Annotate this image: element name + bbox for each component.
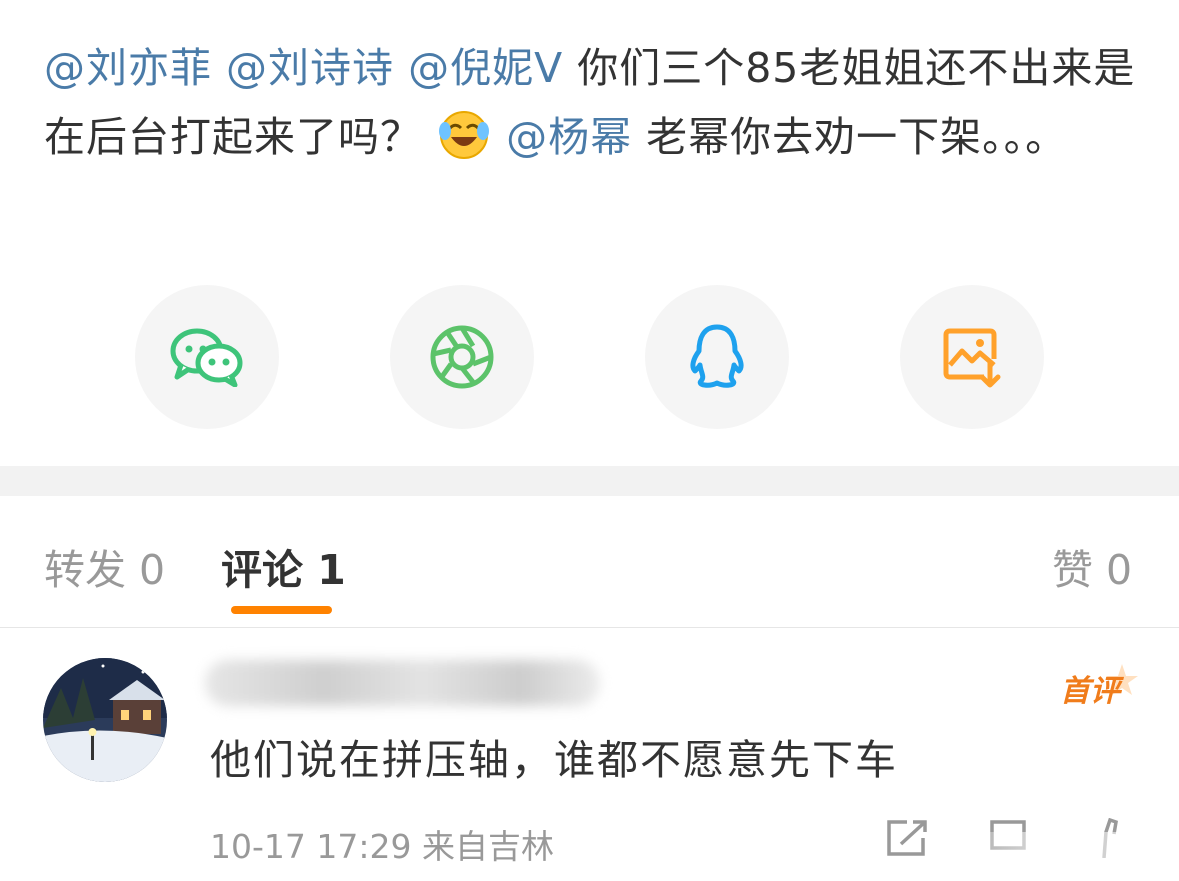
tab-comment[interactable]: 评论 1 xyxy=(221,536,346,596)
wechat-icon xyxy=(170,328,243,387)
first-comment-badge: 首评 xyxy=(1060,662,1140,712)
qq-icon xyxy=(690,324,744,388)
section-divider xyxy=(0,466,1179,496)
post-text: @刘亦菲 @刘诗诗 @倪妮Ⅴ 你们三个85老姐姐还不出来是在后台打起来了吗？ @… xyxy=(44,34,1144,172)
mention-yangmi[interactable]: @杨幂 xyxy=(506,113,632,161)
active-tab-indicator xyxy=(231,606,332,614)
avatar[interactable] xyxy=(43,658,167,782)
comment-meta: 10-17 17:29 来自吉林 xyxy=(210,827,554,866)
first-comment-badge-label: 首评 xyxy=(1060,674,1120,709)
share-qq-button[interactable] xyxy=(645,285,789,429)
snowy-night-avatar-image xyxy=(43,658,167,782)
comment-text: 他们说在拼压轴，谁都不愿意先下车 xyxy=(210,736,898,784)
save-image-icon xyxy=(943,328,1001,388)
mention-liuyifei[interactable]: @刘亦菲 xyxy=(44,44,212,92)
username-blurred[interactable] xyxy=(205,660,600,706)
post-body-part2: 老幂你去劝一下架。。。 xyxy=(646,113,1068,161)
share-row xyxy=(0,285,1179,429)
share-wechat-button[interactable] xyxy=(135,285,279,429)
moments-icon xyxy=(430,325,494,389)
tab-repost[interactable]: 转发 0 xyxy=(44,536,165,596)
bottom-fade xyxy=(930,832,1179,862)
tabs-divider xyxy=(0,627,1179,628)
laughing-crying-emoji-icon xyxy=(439,111,490,159)
share-icon[interactable] xyxy=(885,818,929,858)
mention-liushishi[interactable]: @刘诗诗 xyxy=(226,44,394,92)
mention-nini[interactable]: @倪妮Ⅴ xyxy=(408,44,563,92)
interaction-tabs: 转发 0 评论 1 赞 0 xyxy=(0,496,1179,626)
tab-like[interactable]: 赞 0 xyxy=(1052,536,1132,596)
share-moments-button[interactable] xyxy=(390,285,534,429)
save-image-button[interactable] xyxy=(900,285,1044,429)
